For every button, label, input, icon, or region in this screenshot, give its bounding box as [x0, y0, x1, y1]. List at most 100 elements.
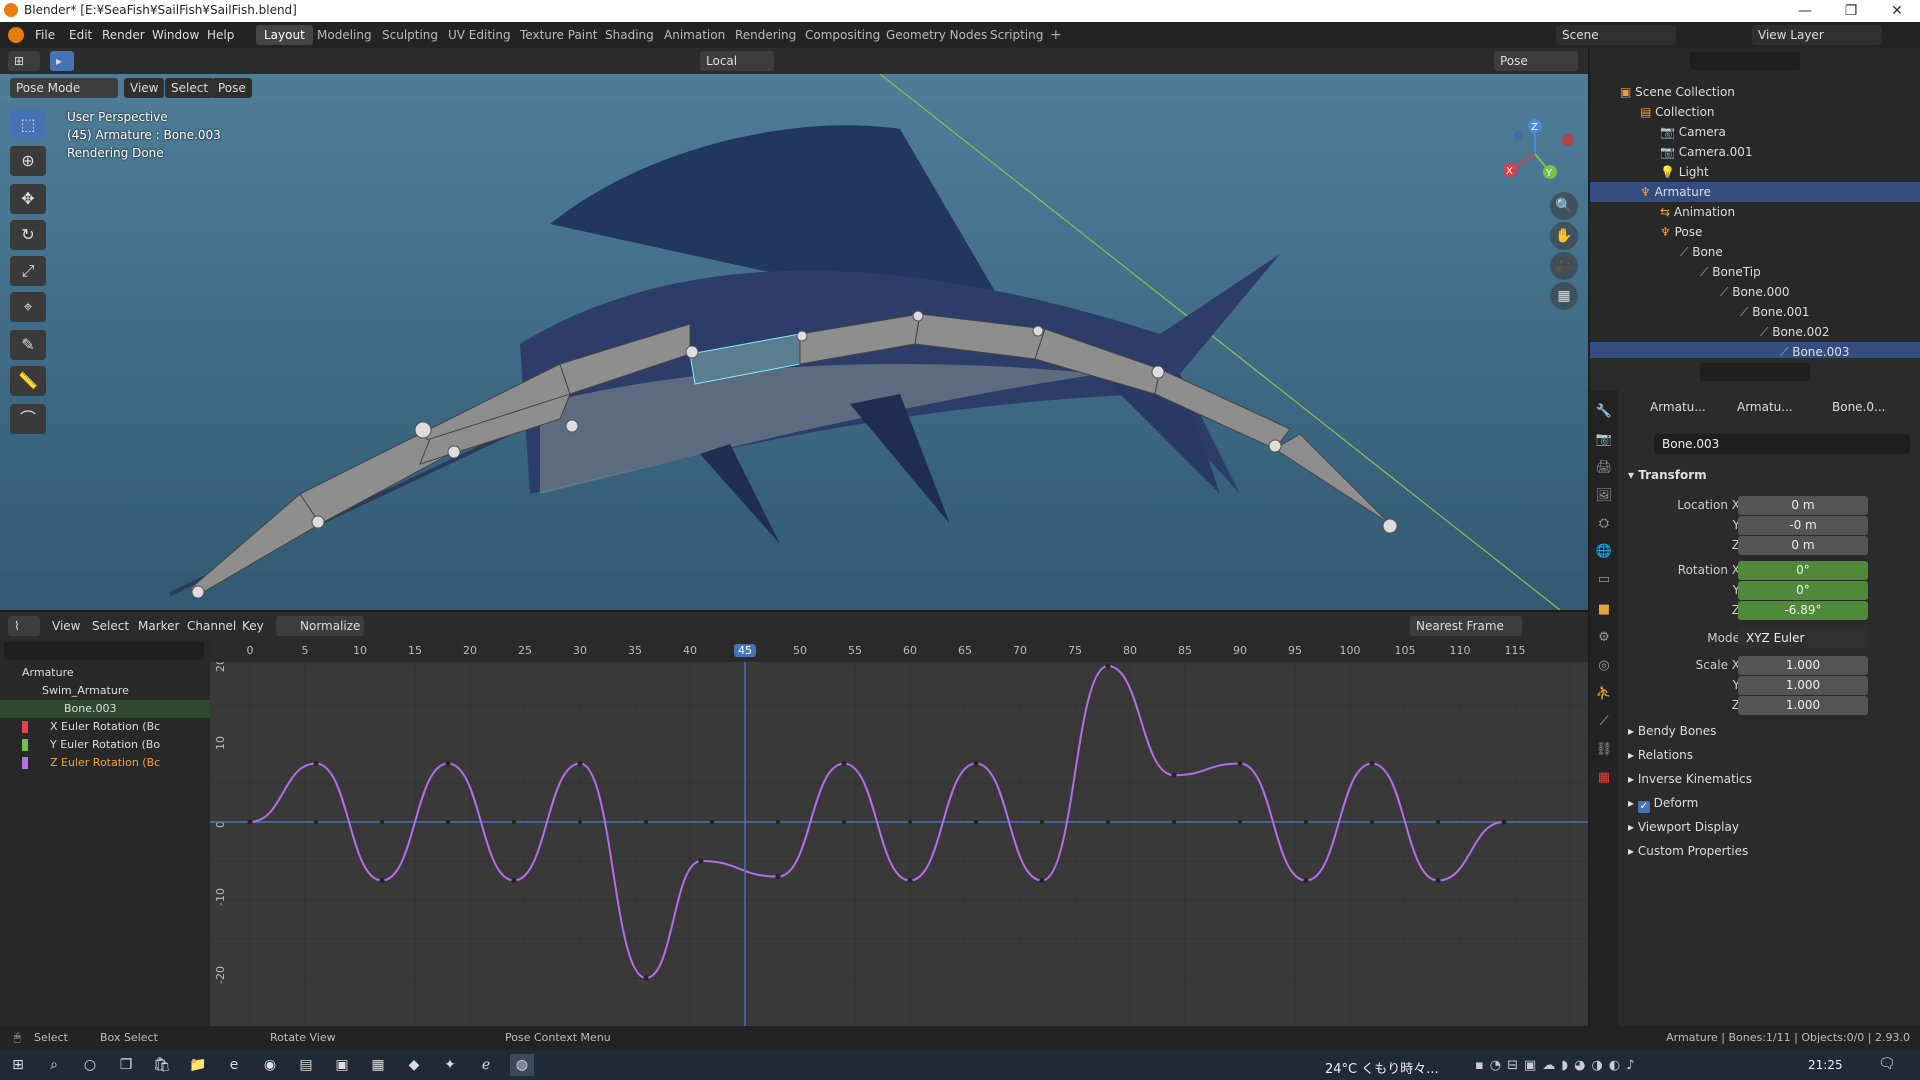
- cursor-tool-icon[interactable]: ⊕: [10, 146, 46, 176]
- unity-icon[interactable]: ◆: [402, 1054, 426, 1076]
- graph-editor-type-icon[interactable]: ⌇: [8, 616, 40, 636]
- graph-menu-view[interactable]: View: [46, 616, 87, 636]
- channel-z-rotation[interactable]: Z Euler Rotation (Bc: [0, 754, 210, 772]
- graph-area[interactable]: 20 10 0 -10 -20: [210, 658, 1588, 1026]
- outliner-row-bonetip[interactable]: ⟋ BoneTip: [1590, 262, 1920, 282]
- channel-y-rotation[interactable]: Y Euler Rotation (Bo: [0, 736, 210, 754]
- panel-custom-properties[interactable]: ▸ Custom Properties: [1628, 844, 1748, 858]
- rotate-tool-icon[interactable]: ↻: [10, 220, 46, 250]
- scale-y-field[interactable]: 1.000: [1738, 676, 1868, 695]
- menu-pose[interactable]: Pose: [212, 78, 252, 98]
- tool-tab-icon[interactable]: 🔧: [1594, 402, 1614, 422]
- windows-start-icon[interactable]: ⊞: [6, 1054, 30, 1076]
- rotation-z-field[interactable]: -6.89°: [1738, 601, 1868, 620]
- menu-edit[interactable]: Edit: [64, 26, 97, 44]
- app-icon-1[interactable]: ▤: [294, 1054, 318, 1076]
- mode-dropdown[interactable]: Pose Mode: [10, 78, 118, 98]
- pose-options-dropdown[interactable]: Pose Options: [1494, 51, 1578, 88]
- snap-dropdown[interactable]: Nearest Frame: [1410, 616, 1522, 636]
- graph-menu-marker[interactable]: Marker: [132, 616, 186, 636]
- normalize-toggle[interactable]: Normalize: [276, 616, 364, 636]
- location-y-field[interactable]: -0 m: [1738, 516, 1868, 535]
- 3d-viewport[interactable]: Pose Mode View Select Pose ⬚ ⊕ ✥ ↻ ⤢ ⌖ ✎…: [0, 74, 1588, 610]
- menu-window[interactable]: Window: [147, 26, 204, 44]
- annotate-tool-icon[interactable]: ✎: [10, 330, 46, 360]
- panel-viewport-display[interactable]: ▸ Viewport Display: [1628, 820, 1739, 834]
- close-icon[interactable]: ✕: [1874, 0, 1920, 22]
- outliner-search-input[interactable]: [1690, 52, 1800, 70]
- transform-orientation-dropdown[interactable]: Local: [700, 51, 774, 71]
- scene-tab-icon[interactable]: ⛭: [1594, 514, 1614, 534]
- tab-sculpting[interactable]: Sculpting: [374, 25, 446, 45]
- tray-icons[interactable]: ▪◔⊟▣☁◗◕◑◐♪: [1475, 1058, 1641, 1073]
- app-icon-2[interactable]: ▣: [330, 1054, 354, 1076]
- outliner-row-bone[interactable]: ⟋ Bone: [1590, 242, 1920, 262]
- channel-x-rotation[interactable]: X Euler Rotation (Bc: [0, 718, 210, 736]
- scene-selector[interactable]: Scene: [1556, 25, 1676, 45]
- bone-tab-icon[interactable]: ⟋: [1594, 712, 1614, 732]
- explorer-icon[interactable]: 📁: [186, 1054, 210, 1076]
- transform-panel-header[interactable]: ▾ Transform: [1628, 468, 1707, 482]
- frame-ruler[interactable]: 0 5 10 15 20 25 30 35 40 45 50 55 60 65 70 75 80 85 90 95 10…: [210, 640, 1588, 662]
- location-z-field[interactable]: 0 m: [1738, 536, 1868, 555]
- menu-file[interactable]: File: [30, 26, 60, 44]
- outliner-row-bone-000[interactable]: ⟋ Bone.000: [1590, 282, 1920, 302]
- view-layer-tab-icon[interactable]: 🖼: [1594, 486, 1614, 506]
- graph-menu-channel[interactable]: Channel: [181, 616, 243, 636]
- restore-icon[interactable]: ❐: [1828, 0, 1874, 22]
- graph-menu-select[interactable]: Select: [86, 616, 136, 636]
- output-tab-icon[interactable]: 🖨: [1594, 458, 1614, 478]
- scale-z-field[interactable]: 1.000: [1738, 696, 1868, 715]
- outliner-row-bone-001[interactable]: ⟋ Bone.001: [1590, 302, 1920, 322]
- tab-compositing[interactable]: Compositing: [797, 25, 888, 45]
- blender-menu-icon[interactable]: [8, 27, 24, 43]
- app-icon-3[interactable]: ▦: [366, 1054, 390, 1076]
- task-view-icon[interactable]: ❐: [114, 1054, 138, 1076]
- tab-uv-editing[interactable]: UV Editing: [440, 25, 519, 45]
- app-icon-4[interactable]: ✦: [438, 1054, 462, 1076]
- outliner-row-collection[interactable]: ▤ Collection: [1590, 102, 1920, 122]
- edge-icon[interactable]: e: [222, 1054, 246, 1076]
- perspective-grid-icon[interactable]: ▦: [1550, 282, 1578, 310]
- cortana-icon[interactable]: ○: [78, 1054, 102, 1076]
- tab-shading[interactable]: Shading: [597, 25, 662, 45]
- editor-type-icon[interactable]: ⊞: [8, 51, 40, 71]
- graph-menu-key[interactable]: Key: [236, 616, 270, 636]
- menu-render[interactable]: Render: [97, 26, 150, 44]
- rotation-mode-dropdown[interactable]: XYZ Euler: [1738, 629, 1868, 648]
- panel-deform[interactable]: ▸ ✓ Deform: [1628, 796, 1698, 813]
- minimize-icon[interactable]: —: [1782, 0, 1828, 22]
- panel-inverse-kinematics[interactable]: ▸ Inverse Kinematics: [1628, 772, 1752, 786]
- menu-view[interactable]: View: [124, 78, 165, 98]
- object-data-tab-icon[interactable]: ⛹: [1594, 684, 1614, 704]
- texture-tab-icon[interactable]: ▦: [1594, 768, 1614, 788]
- deform-checkbox[interactable]: ✓: [1637, 801, 1650, 813]
- rotation-x-field[interactable]: 0°: [1738, 561, 1868, 580]
- outliner-row-pose[interactable]: ♆ Pose: [1590, 222, 1920, 242]
- scale-tool-icon[interactable]: ⤢: [10, 256, 46, 286]
- view-layer-selector[interactable]: View Layer: [1752, 25, 1882, 45]
- menu-help[interactable]: Help: [202, 26, 239, 44]
- outliner-row-camera[interactable]: 📷 Camera: [1590, 122, 1920, 142]
- panel-relations[interactable]: ▸ Relations: [1628, 748, 1693, 762]
- outliner-row-scene-collection[interactable]: ▣ Scene Collection: [1590, 82, 1920, 102]
- camera-view-icon[interactable]: 🎥: [1550, 252, 1578, 280]
- select-box-tool-icon[interactable]: ⬚: [10, 110, 46, 140]
- weather-widget[interactable]: 24°C くもり時々...: [1325, 1058, 1439, 1077]
- bone-size-tool-icon[interactable]: ⌒: [10, 404, 46, 434]
- panel-bendy-bones[interactable]: ▸ Bendy Bones: [1628, 724, 1716, 738]
- channel-search-input[interactable]: [4, 642, 204, 660]
- blender-taskbar-icon[interactable]: ◍: [510, 1054, 534, 1076]
- menu-select[interactable]: Select: [165, 78, 215, 98]
- world-tab-icon[interactable]: 🌐: [1594, 542, 1614, 562]
- tab-layout[interactable]: Layout: [256, 25, 313, 45]
- outliner-row-light[interactable]: 💡 Light: [1590, 162, 1920, 182]
- move-tool-icon[interactable]: ✥: [10, 184, 46, 214]
- transform-tool-icon[interactable]: ⌖: [10, 292, 46, 322]
- notification-icon[interactable]: 🗨: [1878, 1056, 1896, 1072]
- measure-tool-icon[interactable]: 📏: [10, 366, 46, 396]
- render-tab-icon[interactable]: 📷: [1594, 430, 1614, 450]
- tab-texture-paint[interactable]: Texture Paint: [512, 25, 605, 45]
- channel-armature[interactable]: Armature: [0, 664, 210, 682]
- tab-geometry-nodes[interactable]: Geometry Nodes: [878, 25, 995, 45]
